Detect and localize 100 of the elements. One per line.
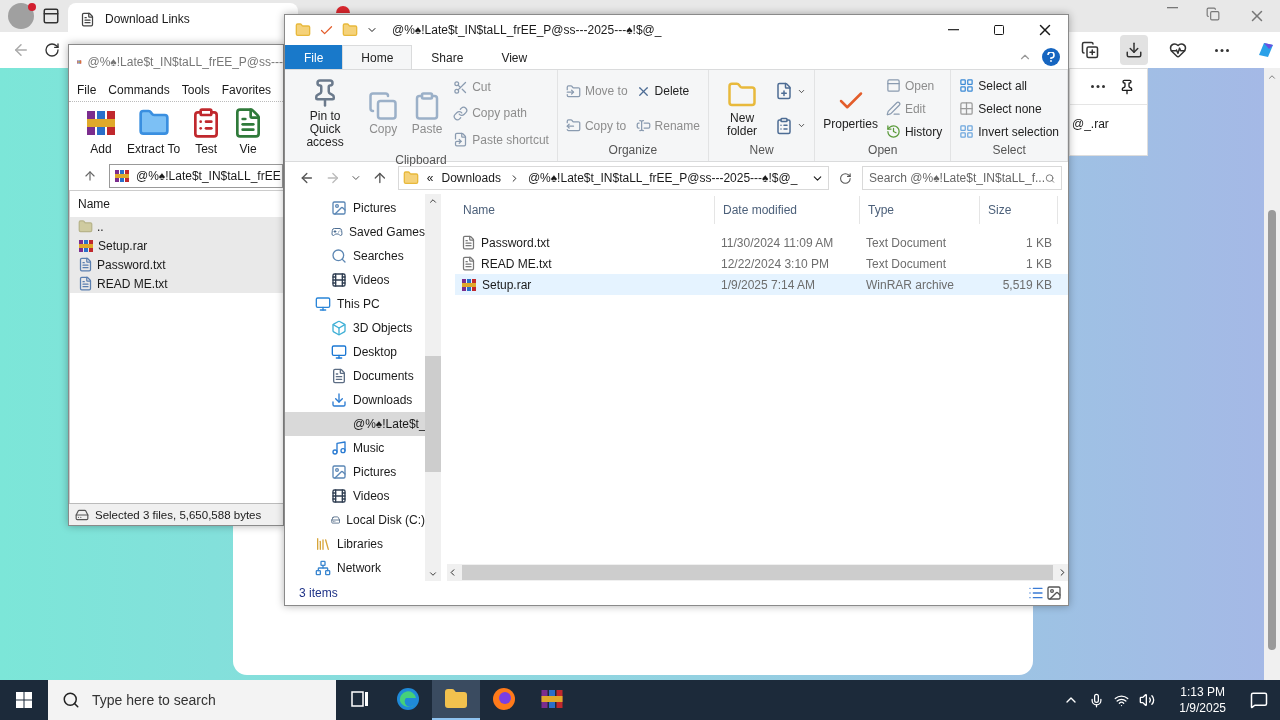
menu-item[interactable]: Favorites	[221, 83, 272, 97]
select-all-icon	[959, 78, 975, 93]
download-icon	[1125, 41, 1143, 59]
rename-icon	[635, 118, 651, 134]
toolbar-button[interactable]: Vie	[232, 102, 265, 161]
table-cell-text: Text Document	[865, 235, 948, 250]
nav-item[interactable]: Local Disk (C:)	[285, 508, 425, 532]
breadcrumb-item[interactable]: @%♠!Late$t_IN$taLL_frEE_P@ss---2025---♠!$@_	[527, 171, 798, 185]
ribbon-button[interactable]: Pin to Quick access	[291, 74, 360, 153]
microphone-icon[interactable]	[1089, 692, 1105, 708]
ribbon-button[interactable]: Properties	[821, 82, 880, 135]
browser-tab[interactable]: Download Links	[68, 3, 298, 35]
document-icon	[331, 368, 347, 384]
nav-item[interactable]: Music	[285, 436, 425, 460]
menu-item[interactable]: Commands	[108, 83, 170, 97]
winrar-icon	[114, 167, 130, 184]
nav-item[interactable]: Pictures	[285, 196, 425, 220]
ribbon-button[interactable]: Delete	[633, 81, 702, 102]
menu-item[interactable]: Tools	[181, 83, 210, 97]
address-bar[interactable]: « Downloads @%♠!Late$t_IN$taLL_frEE_P@ss---2025---♠!$@_	[397, 166, 830, 190]
table-cell-text: 1 KB	[1025, 256, 1053, 271]
tab-actions-icon[interactable]	[42, 7, 60, 25]
ribbon-tab[interactable]: Home	[342, 45, 413, 69]
download-file-name[interactable]: @_.rar	[1072, 117, 1109, 131]
thumbnails-view-icon[interactable]	[1046, 585, 1062, 601]
scroll-down-icon[interactable]	[428, 569, 438, 579]
volume-icon[interactable]	[1139, 692, 1156, 708]
up-icon[interactable]	[372, 170, 388, 186]
film-icon	[331, 488, 347, 504]
overflow-chevron[interactable]: «	[426, 171, 434, 185]
network-icon[interactable]	[1114, 692, 1130, 708]
nav-item[interactable]: 3D Objects	[285, 316, 425, 340]
search-icon	[1045, 171, 1055, 185]
downloads-button[interactable]	[1120, 35, 1148, 65]
nav-item[interactable]: Searches	[285, 244, 425, 268]
nav-item[interactable]: Videos	[285, 268, 425, 292]
help-icon[interactable]	[1042, 48, 1060, 66]
notifications-icon[interactable]	[1250, 691, 1268, 709]
winrar-icon	[78, 237, 94, 254]
nav-item[interactable]: This PC	[285, 292, 425, 316]
file-row[interactable]: READ ME.txt	[70, 274, 283, 293]
network-icon	[315, 560, 331, 576]
pin-icon[interactable]	[1119, 78, 1135, 95]
nav-item[interactable]: Desktop	[285, 340, 425, 364]
tab-site-icon[interactable]	[336, 6, 350, 13]
file-row[interactable]: READ ME.txt 12/22/2024 3:10 PM Text Document 1 KB	[455, 253, 1068, 274]
music-icon	[331, 440, 347, 456]
ribbon-button[interactable]: Select none	[957, 98, 1061, 119]
folder-icon	[444, 687, 468, 711]
column-header[interactable]: Type	[860, 196, 980, 224]
scrollbar[interactable]	[447, 564, 1068, 581]
nav-item[interactable]: Network	[285, 556, 425, 580]
ribbon-tab[interactable]: File	[285, 45, 343, 69]
path-field[interactable]: @%♠!Late$t_IN$taLL_frEE	[109, 163, 283, 188]
table-cell-text: Text Document	[865, 256, 948, 271]
file-row[interactable]: Setup.rar	[70, 236, 283, 255]
nav-item[interactable]: Saved Games	[285, 220, 425, 244]
menu-item[interactable]: File	[77, 83, 97, 97]
refresh-icon[interactable]	[839, 171, 852, 185]
details-view-icon[interactable]	[1028, 585, 1044, 601]
column-header[interactable]: Size	[980, 196, 1058, 224]
nav-item[interactable]: Downloads	[285, 388, 425, 412]
taskbar-search-field[interactable]: Type here to search	[48, 680, 336, 720]
profile-avatar[interactable]	[8, 3, 34, 29]
file-row[interactable]: Setup.rar 1/9/2025 7:14 AM WinRAR archive 5,519 KB	[455, 274, 1068, 295]
refresh-icon[interactable]	[44, 42, 60, 58]
ribbon-button[interactable]: History	[883, 121, 945, 142]
nav-item[interactable]: Libraries	[285, 532, 425, 556]
file-row[interactable]: Password.txt 11/30/2024 11:09 AM Text Document 1 KB	[455, 232, 1068, 253]
file-row[interactable]: Password.txt	[70, 255, 283, 274]
winrar-icon	[540, 687, 564, 711]
nav-item[interactable]: Pictures	[285, 460, 425, 484]
back-icon[interactable]	[299, 170, 315, 186]
ribbon-button[interactable]: Invert selection	[957, 121, 1061, 142]
column-header[interactable]: Name	[455, 196, 715, 224]
page-icon	[80, 11, 95, 27]
toolbar-button[interactable]: Extract To	[127, 102, 181, 161]
ribbon-button[interactable]: Select all	[957, 75, 1061, 96]
drive-icon	[75, 507, 89, 522]
column-header[interactable]: Name	[70, 191, 283, 217]
desktop-icon	[331, 344, 347, 360]
search-field[interactable]: Search @%♠!Late$t_IN$taLL_f...	[862, 166, 1062, 190]
clock[interactable]: 1:13 PM 1/9/2025	[1165, 684, 1240, 716]
scrollbar[interactable]	[1264, 68, 1280, 680]
nav-item[interactable]: Documents	[285, 364, 425, 388]
toolbar-button[interactable]: Test	[190, 102, 223, 161]
column-header[interactable]: Date modified	[715, 196, 860, 224]
scroll-up-icon[interactable]	[428, 196, 438, 206]
toolbar-button[interactable]: Add	[85, 102, 117, 161]
document-icon	[78, 276, 93, 291]
ribbon-button[interactable]: New folder	[714, 75, 770, 142]
copy-icon	[368, 91, 399, 121]
breadcrumb-item[interactable]: Downloads	[441, 171, 501, 185]
file-row[interactable]: ..	[70, 217, 283, 236]
nav-item[interactable]: @%♠!Late$t_	[285, 412, 425, 436]
film-icon	[331, 272, 347, 288]
restore-icon[interactable]	[1206, 7, 1220, 21]
scrollbar[interactable]	[425, 194, 441, 581]
nav-item[interactable]: Videos	[285, 484, 425, 508]
up-icon[interactable]	[83, 168, 97, 183]
